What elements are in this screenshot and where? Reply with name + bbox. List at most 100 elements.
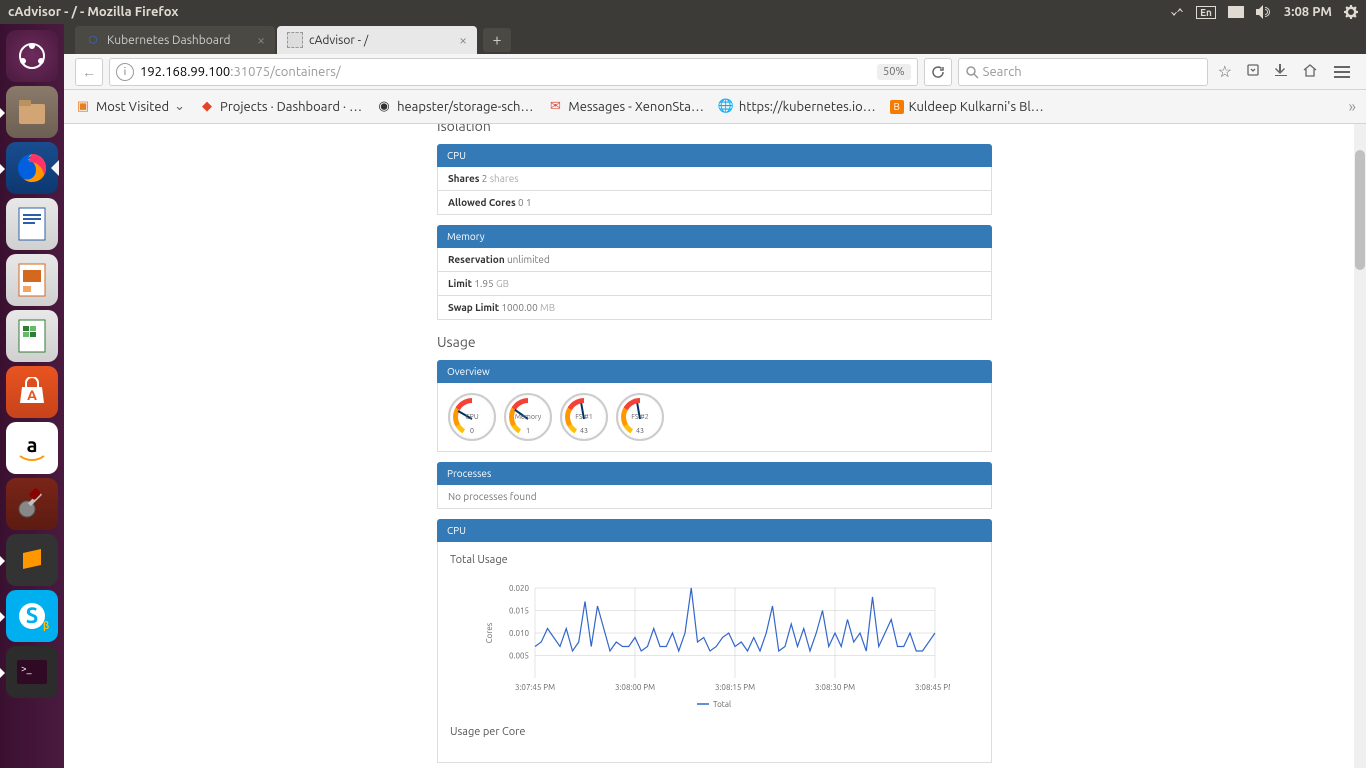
launcher-impress[interactable] — [6, 254, 58, 306]
launcher-calc[interactable] — [6, 310, 58, 362]
sound-icon[interactable] — [1256, 5, 1272, 19]
svg-text:3:08:15 PM: 3:08:15 PM — [714, 683, 754, 692]
bookmark-projects[interactable]: ◆Projects · Dashboard · … — [199, 99, 362, 115]
cpu-usage-panel: CPU Total Usage 0.005 0.010 0.015 0.020 3:07… — [437, 519, 992, 763]
folder-icon: ▣ — [75, 99, 91, 115]
cpu-cores-row: Allowed Cores 0 1 — [437, 191, 992, 215]
gauge-fs1: FS #143 — [560, 393, 608, 441]
tab-cadvisor[interactable]: cAdvisor - / × — [277, 26, 477, 54]
downloads-icon[interactable] — [1274, 63, 1288, 81]
launcher-firefox[interactable] — [6, 142, 58, 194]
svg-text:3:08:00 PM: 3:08:00 PM — [614, 683, 654, 692]
search-input[interactable]: Search — [958, 58, 1208, 86]
svg-text:3:08:45 PM: 3:08:45 PM — [914, 683, 949, 692]
site-info-icon[interactable]: i — [116, 63, 134, 81]
bookmark-blog[interactable]: BKuldeep Kulkarni's Bl… — [890, 100, 1044, 114]
bookmark-kubernetes[interactable]: 🌐https://kubernetes.io… — [718, 99, 876, 115]
launcher-skype[interactable]: Sβ — [6, 590, 58, 642]
tab-title: Kubernetes Dashboard — [107, 34, 251, 47]
unity-launcher: A a Sβ >_ — [0, 24, 64, 768]
launcher-writer[interactable] — [6, 198, 58, 250]
clock[interactable]: 3:08 PM — [1284, 5, 1332, 19]
usage-title: Usage — [437, 334, 992, 350]
gauges-row: CPU0 Memory1 FS #143 FS #243 — [437, 383, 992, 452]
overflow-icon[interactable]: » — [1348, 98, 1356, 116]
launcher-settings[interactable] — [6, 478, 58, 530]
panel-header: Processes — [437, 462, 992, 485]
close-icon[interactable]: × — [257, 32, 265, 48]
memory-panel: Memory Reservation unlimited Limit 1.95 … — [437, 225, 992, 320]
close-icon[interactable]: × — [459, 32, 467, 48]
panel-header: Memory — [437, 225, 992, 248]
overview-panel: Overview CPU0 Memory1 FS #143 FS #243 — [437, 360, 992, 452]
bookmark-heapster[interactable]: ◉heapster/storage-sch… — [376, 99, 533, 115]
bookmark-most-visited[interactable]: ▣Most Visited⌄ — [75, 99, 185, 115]
gitlab-icon: ◆ — [199, 99, 215, 115]
blogger-icon: B — [890, 100, 904, 114]
chart-total-usage: Total Usage 0.005 0.010 0.015 0.020 3:07:45 … — [437, 542, 992, 763]
launcher-software[interactable]: A — [6, 366, 58, 418]
network-icon[interactable] — [1170, 5, 1184, 19]
svg-text:>_: >_ — [21, 663, 32, 674]
launcher-terminal[interactable]: >_ — [6, 646, 58, 698]
menu-button[interactable] — [1328, 58, 1356, 86]
home-icon[interactable] — [1302, 63, 1318, 81]
globe-icon: 🌐 — [718, 99, 734, 115]
svg-text:0.015: 0.015 — [508, 607, 528, 616]
tab-kubernetes[interactable]: ⬡ Kubernetes Dashboard × — [75, 26, 275, 54]
favicon-cadvisor — [287, 32, 303, 48]
svg-text:A: A — [27, 387, 37, 403]
chart-title: Total Usage — [450, 554, 979, 566]
url-text: 192.168.99.100:31075/containers/ — [140, 65, 873, 79]
isolation-title: Isolation — [437, 124, 992, 134]
page-content: Isolation CPU Shares 2 shares Allowed Co… — [75, 124, 1354, 768]
launcher-files[interactable] — [6, 86, 58, 138]
browser-tabs: ⬡ Kubernetes Dashboard × cAdvisor - / × … — [0, 24, 1366, 54]
window-titlebar: cAdvisor - / - Mozilla Firefox En 3:08 P… — [0, 0, 1366, 24]
panel-header: CPU — [437, 144, 992, 167]
cpu-panel: CPU Shares 2 shares Allowed Cores 0 1 — [437, 144, 992, 215]
processes-msg: No processes found — [437, 485, 992, 509]
panel-header: Overview — [437, 360, 992, 383]
mem-swap-row: Swap Limit 1000.00 MB — [437, 296, 992, 320]
search-placeholder: Search — [983, 65, 1022, 79]
address-bar-row: ← i 192.168.99.100:31075/containers/ 50%… — [0, 54, 1366, 90]
mail-icon[interactable] — [1228, 6, 1244, 18]
svg-text:0.010: 0.010 — [508, 629, 529, 638]
gear-icon[interactable] — [1344, 5, 1358, 19]
back-button[interactable]: ← — [75, 58, 103, 86]
system-indicators: En 3:08 PM — [1170, 5, 1358, 19]
svg-text:Total: Total — [713, 700, 731, 708]
svg-text:S: S — [26, 603, 39, 628]
mem-reservation-row: Reservation unlimited — [437, 248, 992, 272]
gauge-memory: Memory1 — [504, 393, 552, 441]
bookmark-star-icon[interactable]: ☆ — [1218, 62, 1232, 81]
svg-text:3:07:45 PM: 3:07:45 PM — [514, 683, 554, 692]
line-chart: 0.005 0.010 0.015 0.020 3:07:45 PM 3:08:00 PM… — [480, 578, 950, 708]
chat-icon: ✉ — [547, 99, 563, 115]
zoom-level[interactable]: 50% — [877, 64, 911, 80]
svg-text:0.020: 0.020 — [508, 584, 529, 593]
new-tab-button[interactable]: + — [483, 28, 511, 52]
reload-button[interactable] — [924, 58, 952, 86]
svg-text:β: β — [43, 620, 49, 631]
url-bar[interactable]: i 192.168.99.100:31075/containers/ 50% — [109, 58, 918, 86]
mem-limit-row: Limit 1.95 GB — [437, 272, 992, 296]
launcher-amazon[interactable]: a — [6, 422, 58, 474]
github-icon: ◉ — [376, 99, 392, 115]
svg-text:0.005: 0.005 — [508, 652, 528, 661]
launcher-dash[interactable] — [6, 30, 58, 82]
pocket-icon[interactable] — [1246, 63, 1260, 81]
svg-text:3:08:30 PM: 3:08:30 PM — [814, 683, 854, 692]
chart-per-core-title: Usage per Core — [450, 726, 979, 738]
gauge-fs2: FS #243 — [616, 393, 664, 441]
gauge-cpu: CPU0 — [448, 393, 496, 441]
launcher-sublime[interactable] — [6, 534, 58, 586]
bookmark-messages[interactable]: ✉Messages - XenonSta… — [547, 99, 703, 115]
panel-header: CPU — [437, 519, 992, 542]
language-indicator[interactable]: En — [1196, 6, 1216, 19]
scrollbar-thumb[interactable] — [1355, 150, 1365, 270]
cpu-shares-row: Shares 2 shares — [437, 167, 992, 191]
svg-text:Cores: Cores — [485, 622, 494, 643]
toolbar-icons: ☆ — [1214, 62, 1322, 81]
